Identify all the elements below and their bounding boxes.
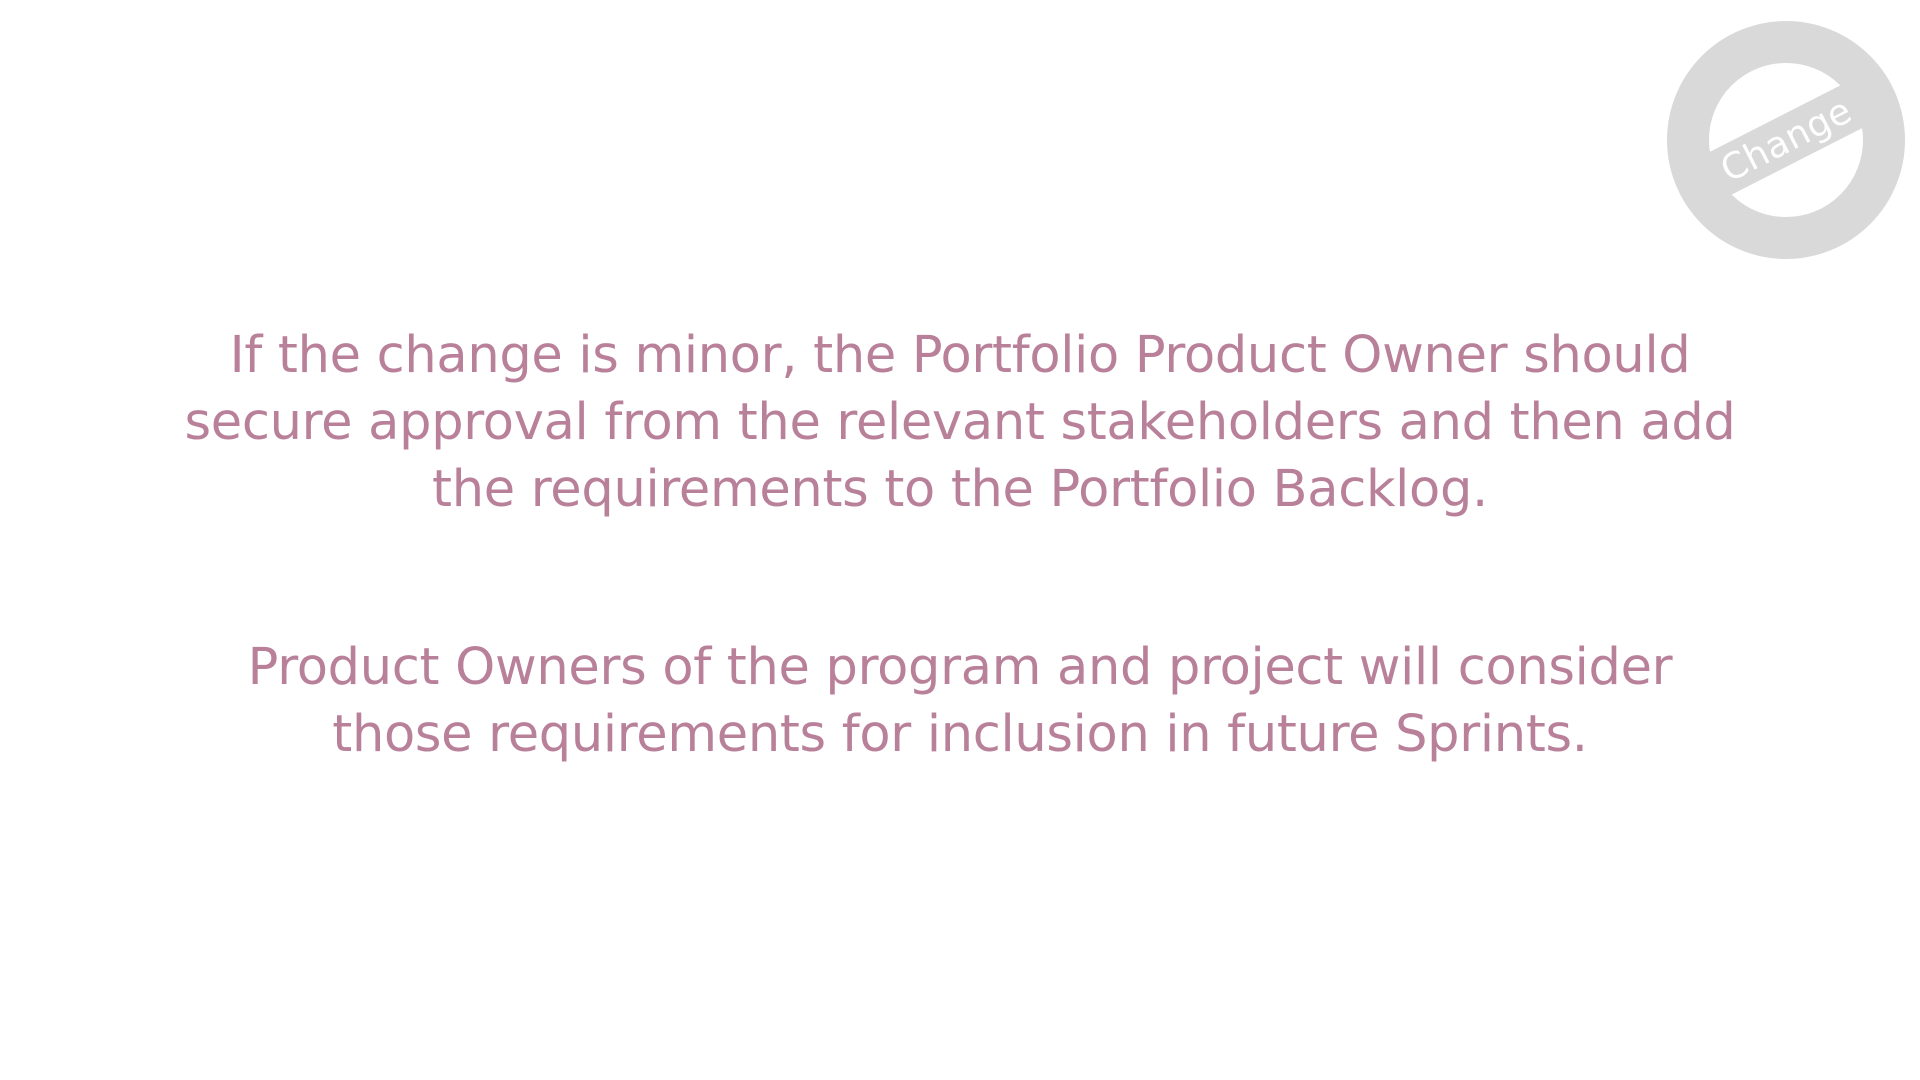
paragraph-product-owners: Product Owners of the program and projec… [247, 638, 1673, 764]
slide: Change If the change is minor, the Portf… [0, 0, 1920, 1080]
paragraph-minor-change: If the change is minor, the Portfolio Pr… [184, 326, 1736, 519]
change-badge: Change [1664, 20, 1908, 260]
change-badge-icon [1667, 21, 1905, 259]
